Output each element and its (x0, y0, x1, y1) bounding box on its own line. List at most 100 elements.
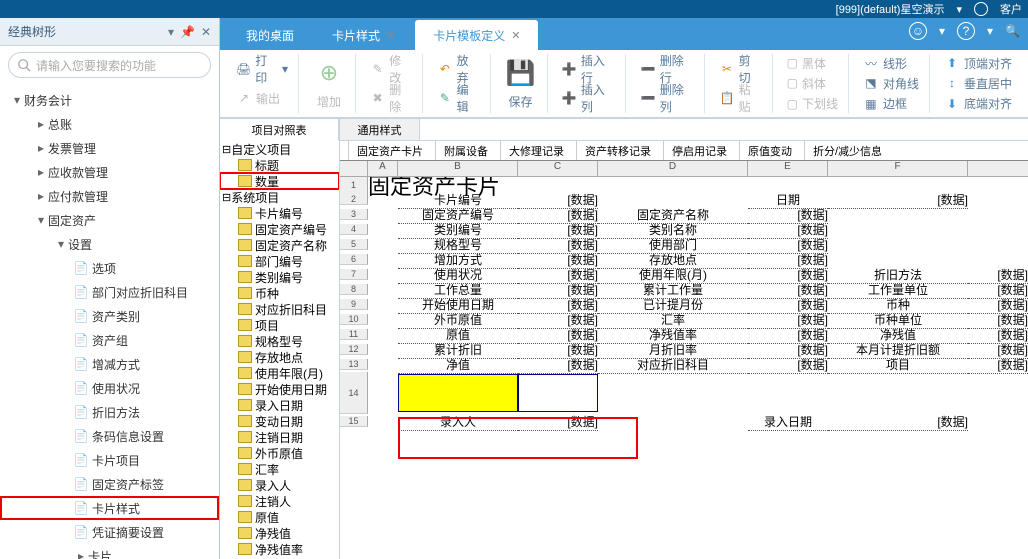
col-header[interactable]: A (368, 161, 398, 176)
field-item[interactable]: 规格型号 (220, 333, 339, 349)
field-item[interactable]: 外币原值 (220, 445, 339, 461)
search-input[interactable]: 请输入您要搜索的功能 (8, 52, 211, 78)
field-item[interactable]: 固定资产名称 (220, 237, 339, 253)
sidebar-header: 经典树形 ▾ 📌 ✕ (0, 18, 219, 46)
nav-leaf[interactable]: 📄条码信息设置 (0, 424, 219, 448)
field-item-qty[interactable]: 数量 (220, 173, 339, 189)
nav-leaf[interactable]: 📄折旧方法 (0, 400, 219, 424)
section-tab[interactable]: 原值变动 (739, 141, 800, 160)
underline-button[interactable]: ▢ 下划线 (783, 95, 842, 113)
tab-card-template[interactable]: 卡片模板定义✕ (415, 20, 538, 50)
align-middle-button[interactable]: ↕垂直居中 (940, 74, 1016, 92)
nav-leaf[interactable]: 📄资产组 (0, 328, 219, 352)
field-item[interactable]: 卡片编号 (220, 205, 339, 221)
field-item[interactable]: 使用年限(月) (220, 365, 339, 381)
nav-item[interactable]: ▸应收款管理 (0, 160, 219, 184)
dropdown-icon[interactable]: ▾ (168, 25, 174, 39)
help-icon[interactable]: ? (957, 22, 975, 40)
field-tab-compare[interactable]: 项目对照表 (220, 119, 339, 141)
col-header[interactable]: C (518, 161, 598, 176)
field-cat-system[interactable]: ⊟ 系统项目 (220, 189, 339, 205)
nav-item[interactable]: ▸应付款管理 (0, 184, 219, 208)
field-item[interactable]: 存放地点 (220, 349, 339, 365)
nav-leaf[interactable]: 📄使用状况 (0, 376, 219, 400)
align-bottom-button[interactable]: ⬇底端对齐 (940, 95, 1016, 113)
field-item[interactable]: 部门编号 (220, 253, 339, 269)
field-item[interactable]: 注销人 (220, 493, 339, 509)
field-item[interactable]: 汇率 (220, 461, 339, 477)
section-tab[interactable]: 大修理记录 (500, 141, 572, 160)
nav-leaf[interactable]: 📄凭证摘要设置 (0, 520, 219, 544)
col-header[interactable]: D (598, 161, 748, 176)
field-item[interactable]: 币种 (220, 285, 339, 301)
field-item[interactable]: 开始使用日期 (220, 381, 339, 397)
field-item[interactable]: 录入人 (220, 477, 339, 493)
nav-leaf[interactable]: 📄资产类别 (0, 304, 219, 328)
nav-leaf[interactable]: 📄固定资产标签 (0, 472, 219, 496)
col-header[interactable]: B (398, 161, 518, 176)
nav-leaf[interactable]: 📄增减方式 (0, 352, 219, 376)
discard-button[interactable]: ↶放弃 (433, 58, 483, 80)
field-item[interactable]: 固定资产编号 (220, 221, 339, 237)
nav-card-style[interactable]: 📄卡片样式 (0, 496, 219, 520)
nav-finance[interactable]: ▾财务会计 (0, 88, 219, 112)
diagonal-button[interactable]: ⬔对角线 (859, 74, 923, 92)
spreadsheet[interactable]: A B C D E F 1 固定资产卡片 2卡片编号[数据]日期[数据]3固定资… (340, 161, 1028, 559)
search-icon[interactable]: 🔍 (1005, 24, 1020, 38)
save-button[interactable]: 💾保存 (501, 55, 541, 113)
section-tab[interactable]: 停启用记录 (663, 141, 735, 160)
nav-leaf[interactable]: 📄部门对应折旧科目 (0, 280, 219, 304)
section-tab[interactable]: 资产转移记录 (576, 141, 659, 160)
section-tab[interactable]: 折分/减少信息 (804, 141, 890, 160)
field-item[interactable]: 标题 (220, 157, 339, 173)
nav-settings[interactable]: ▾设置 (0, 232, 219, 256)
export-button[interactable]: ↗输出 (232, 87, 292, 109)
field-item[interactable]: 净残值率 (220, 541, 339, 557)
field-item[interactable]: 项目 (220, 317, 339, 333)
border-button[interactable]: ▦边框 (859, 95, 923, 113)
add-button[interactable]: ⊕增加 (309, 55, 349, 113)
close-icon[interactable]: ✕ (386, 29, 395, 42)
nav-fixed-asset[interactable]: ▾固定资产 (0, 208, 219, 232)
field-item[interactable]: 原值 (220, 509, 339, 525)
edit-button[interactable]: ✎编辑 (433, 87, 483, 109)
section-tab[interactable]: 附属设备 (435, 141, 496, 160)
close-icon[interactable]: ✕ (511, 29, 520, 42)
nav-leaf[interactable]: 📄卡片项目 (0, 448, 219, 472)
insert-row-button[interactable]: ➕插入行 (558, 58, 620, 80)
smile-icon[interactable]: ☺ (909, 22, 927, 40)
nav-item[interactable]: ▸总账 (0, 112, 219, 136)
nav-leaf[interactable]: 📄选项 (0, 256, 219, 280)
field-item[interactable]: 对应折旧科目 (220, 301, 339, 317)
tab-desktop[interactable]: 我的桌面 (228, 20, 312, 50)
align-top-button[interactable]: ⬆顶端对齐 (940, 54, 1016, 72)
cut-button[interactable]: ✂剪切 (715, 58, 765, 80)
italic-button[interactable]: ▢ 斜体 (783, 74, 842, 92)
pin-icon[interactable]: 📌 (180, 25, 195, 39)
nav-leaf[interactable]: ▸卡片 (0, 544, 219, 559)
delete-col-button[interactable]: ➖删除列 (636, 87, 698, 109)
field-item[interactable]: 类别编号 (220, 269, 339, 285)
close-icon[interactable]: ✕ (201, 25, 211, 39)
field-item[interactable]: 注销日期 (220, 429, 339, 445)
col-header[interactable]: F (828, 161, 968, 176)
field-item[interactable]: 录入日期 (220, 397, 339, 413)
tab-card-style[interactable]: 卡片样式✕ (314, 20, 413, 50)
dropdown-icon[interactable]: ▾ (956, 3, 962, 16)
line-button[interactable]: 〰线形 (859, 54, 923, 72)
style-tab[interactable]: 通用样式 (340, 119, 420, 140)
field-item[interactable]: 净残值 (220, 525, 339, 541)
section-tab[interactable]: 固定资产卡片 (348, 141, 431, 160)
print-button[interactable]: 🖨打印 ▾ (232, 58, 292, 80)
bold-button[interactable]: ▢ 黑体 (783, 54, 842, 72)
field-cat-custom[interactable]: ⊟ 自定义项目 (220, 141, 339, 157)
paste-button[interactable]: 📋粘贴 (715, 87, 765, 109)
col-header[interactable]: E (748, 161, 828, 176)
delete-row-button[interactable]: ➖删除行 (636, 58, 698, 80)
delete-button[interactable]: ✖删除 (366, 87, 416, 109)
chat-icon[interactable] (974, 2, 988, 16)
insert-col-button[interactable]: ➕插入列 (558, 87, 620, 109)
field-item[interactable]: 变动日期 (220, 413, 339, 429)
nav-item[interactable]: ▸发票管理 (0, 136, 219, 160)
modify-button[interactable]: ✎修改 (366, 58, 416, 80)
